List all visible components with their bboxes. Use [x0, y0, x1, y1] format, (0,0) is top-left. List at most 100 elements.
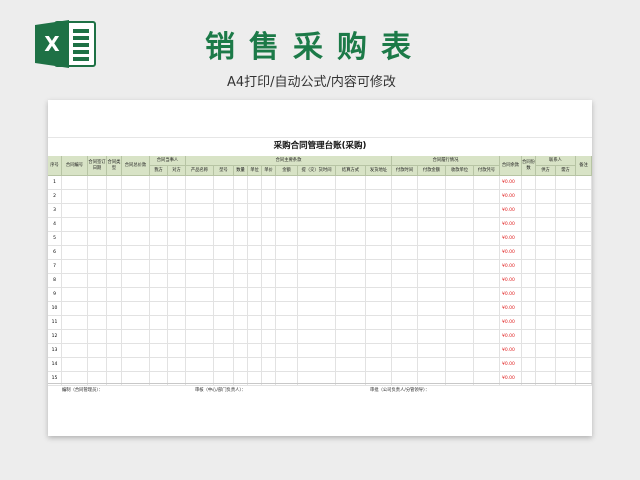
table-cell[interactable]: [122, 358, 150, 372]
table-cell[interactable]: [248, 246, 262, 260]
table-cell[interactable]: [522, 204, 536, 218]
table-cell[interactable]: [234, 260, 248, 274]
table-cell[interactable]: [336, 204, 366, 218]
table-cell[interactable]: [62, 232, 88, 246]
table-cell[interactable]: [276, 316, 298, 330]
table-cell[interactable]: [214, 260, 234, 274]
table-cell[interactable]: [186, 204, 214, 218]
table-cell[interactable]: [248, 176, 262, 190]
table-cell[interactable]: [262, 358, 276, 372]
table-cell[interactable]: [248, 218, 262, 232]
table-cell[interactable]: [474, 288, 500, 302]
col-header-contract-type[interactable]: 合同类型: [107, 156, 122, 176]
table-cell[interactable]: [522, 190, 536, 204]
table-cell[interactable]: [298, 176, 336, 190]
table-cell[interactable]: [522, 274, 536, 288]
table-cell[interactable]: [576, 274, 592, 288]
table-cell[interactable]: [336, 302, 366, 316]
table-cell[interactable]: [122, 316, 150, 330]
group-header-contact[interactable]: 联系人: [536, 156, 576, 166]
table-cell[interactable]: [366, 274, 392, 288]
col-header-copies[interactable]: 合同份数: [522, 156, 536, 176]
col-header-ship-addr[interactable]: 发货地址: [366, 166, 392, 176]
table-cell[interactable]: [248, 288, 262, 302]
table-cell[interactable]: [536, 190, 556, 204]
table-cell[interactable]: [576, 176, 592, 190]
table-cell[interactable]: [474, 176, 500, 190]
table-cell[interactable]: [168, 358, 186, 372]
table-cell[interactable]: [214, 176, 234, 190]
table-cell[interactable]: [150, 232, 168, 246]
table-cell[interactable]: [248, 358, 262, 372]
table-cell[interactable]: [522, 260, 536, 274]
table-cell[interactable]: [522, 176, 536, 190]
table-cell[interactable]: [168, 316, 186, 330]
table-cell[interactable]: [62, 316, 88, 330]
row-balance-cell[interactable]: ¥0.00: [500, 274, 522, 288]
col-header-settlement[interactable]: 结算方式: [336, 166, 366, 176]
table-cell[interactable]: [150, 190, 168, 204]
table-cell[interactable]: [536, 316, 556, 330]
row-balance-cell[interactable]: ¥0.00: [500, 218, 522, 232]
col-header-supplier[interactable]: 供方: [536, 166, 556, 176]
table-cell[interactable]: [336, 218, 366, 232]
table-cell[interactable]: [336, 288, 366, 302]
table-cell[interactable]: [62, 358, 88, 372]
table-cell[interactable]: [446, 316, 474, 330]
table-cell[interactable]: [474, 232, 500, 246]
table-cell[interactable]: [276, 218, 298, 232]
table-cell[interactable]: [88, 358, 107, 372]
table-cell[interactable]: [536, 302, 556, 316]
table-cell[interactable]: [107, 316, 122, 330]
table-cell[interactable]: [262, 190, 276, 204]
table-cell[interactable]: [392, 330, 418, 344]
row-balance-cell[interactable]: ¥0.00: [500, 176, 522, 190]
table-cell[interactable]: [576, 288, 592, 302]
row-balance-cell[interactable]: ¥0.00: [500, 246, 522, 260]
row-seq-cell[interactable]: 14: [48, 358, 62, 372]
table-cell[interactable]: [262, 288, 276, 302]
table-cell[interactable]: [88, 288, 107, 302]
table-cell[interactable]: [522, 218, 536, 232]
table-cell[interactable]: [214, 218, 234, 232]
table-cell[interactable]: [168, 330, 186, 344]
row-balance-cell[interactable]: ¥0.00: [500, 260, 522, 274]
table-cell[interactable]: [62, 204, 88, 218]
table-cell[interactable]: [336, 358, 366, 372]
table-cell[interactable]: [186, 246, 214, 260]
table-cell[interactable]: [248, 190, 262, 204]
table-cell[interactable]: [276, 288, 298, 302]
table-cell[interactable]: [107, 274, 122, 288]
table-cell[interactable]: [522, 232, 536, 246]
row-balance-cell[interactable]: ¥0.00: [500, 344, 522, 358]
table-cell[interactable]: [168, 274, 186, 288]
table-cell[interactable]: [276, 330, 298, 344]
col-header-unit[interactable]: 单位: [248, 166, 262, 176]
table-cell[interactable]: [150, 274, 168, 288]
table-cell[interactable]: [214, 232, 234, 246]
table-cell[interactable]: [122, 260, 150, 274]
table-cell[interactable]: [336, 330, 366, 344]
table-cell[interactable]: [298, 190, 336, 204]
table-cell[interactable]: [418, 260, 446, 274]
table-cell[interactable]: [107, 190, 122, 204]
col-header-seq[interactable]: 序号: [48, 156, 62, 176]
table-cell[interactable]: [234, 344, 248, 358]
table-cell[interactable]: [474, 344, 500, 358]
table-cell[interactable]: [366, 176, 392, 190]
table-cell[interactable]: [474, 204, 500, 218]
table-cell[interactable]: [107, 358, 122, 372]
table-cell[interactable]: [556, 316, 576, 330]
table-cell[interactable]: [522, 358, 536, 372]
col-header-pay-time[interactable]: 付款时间: [392, 166, 418, 176]
table-cell[interactable]: [276, 176, 298, 190]
table-cell[interactable]: [556, 218, 576, 232]
table-cell[interactable]: [214, 330, 234, 344]
table-cell[interactable]: [336, 274, 366, 288]
table-cell[interactable]: [392, 302, 418, 316]
table-cell[interactable]: [168, 190, 186, 204]
table-cell[interactable]: [186, 316, 214, 330]
table-cell[interactable]: [392, 358, 418, 372]
table-cell[interactable]: [122, 330, 150, 344]
table-cell[interactable]: [366, 218, 392, 232]
